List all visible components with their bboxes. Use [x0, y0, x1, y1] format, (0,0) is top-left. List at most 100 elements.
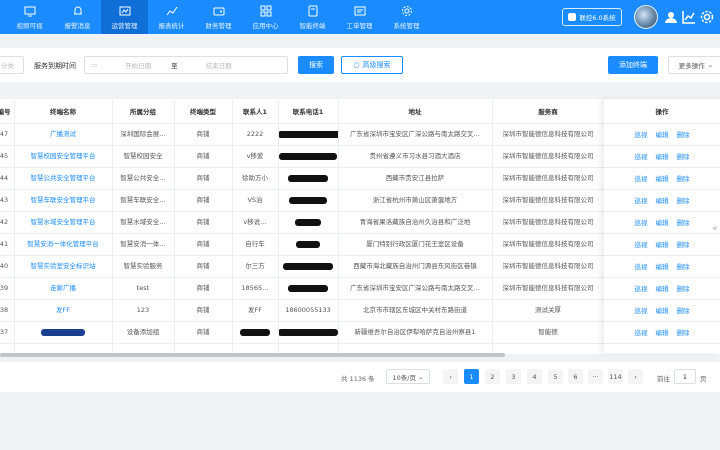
- patrol-button[interactable]: 巡视: [635, 217, 648, 227]
- delete-button[interactable]: 删除: [677, 327, 690, 337]
- page-button[interactable]: 2: [485, 369, 500, 384]
- patrol-button[interactable]: 巡视: [635, 261, 648, 271]
- search-button[interactable]: 搜索: [298, 56, 334, 74]
- patrol-button[interactable]: 巡视: [635, 129, 648, 139]
- patrol-button[interactable]: 巡视: [635, 195, 648, 205]
- table-cell-provider: 深圳市智能德信息科技有限公司: [502, 130, 594, 138]
- goto-label: 前往: [657, 375, 670, 383]
- edit-button[interactable]: 编辑: [656, 327, 669, 337]
- table-cell-address: 新疆维吾尔自治区伊犁哈萨克自治州察县1: [354, 328, 476, 336]
- patrol-button[interactable]: 巡视: [635, 151, 648, 161]
- horizontal-scrollbar[interactable]: [0, 353, 505, 357]
- table-cell-type: 商铺: [196, 174, 210, 182]
- table-cell-name[interactable]: 广播测试: [14, 123, 112, 145]
- table-cell-name[interactable]: 发FF: [14, 299, 112, 321]
- column-divider: [338, 99, 339, 353]
- page-size-select[interactable]: 10条/页 ⌄: [386, 369, 430, 384]
- page-button[interactable]: 6: [568, 369, 583, 384]
- table-cell-name[interactable]: 智慧校园安全管理平台: [14, 145, 112, 167]
- page-button[interactable]: 4: [527, 369, 542, 384]
- delete-button[interactable]: 删除: [677, 217, 690, 227]
- row-actions: 巡视 编辑 删除: [604, 167, 720, 189]
- table-cell-name[interactable]: 走廊广播: [14, 277, 112, 299]
- wallet-icon: [213, 5, 225, 17]
- table-cell-provider: 深圳市智能德信息科技有限公司: [502, 174, 594, 182]
- edit-button[interactable]: 编辑: [656, 151, 669, 161]
- patrol-button[interactable]: 巡视: [635, 173, 648, 183]
- redacted-phone: [288, 284, 328, 292]
- advanced-search-button[interactable]: ○ 高级搜索: [341, 56, 403, 74]
- edit-button[interactable]: 编辑: [656, 305, 669, 315]
- add-terminal-button[interactable]: 添加终端: [608, 56, 658, 74]
- nav-ticket-management[interactable]: 工单管理: [336, 0, 383, 34]
- page-button[interactable]: 3: [506, 369, 521, 384]
- page-button[interactable]: 114: [608, 369, 623, 384]
- patrol-button[interactable]: 巡视: [635, 305, 648, 315]
- nav-operation-management[interactable]: 运营管理: [101, 0, 148, 34]
- column-divider: [492, 99, 493, 353]
- edit-button[interactable]: 编辑: [656, 195, 669, 205]
- redacted-phone: [296, 240, 320, 248]
- table-cell-provider: 深圳市智能德信息科技有限公司: [502, 240, 594, 248]
- table-cell-address: 西藏市海北藏族自治州门源县东风街区巷镇: [353, 262, 477, 270]
- patrol-button[interactable]: 巡视: [635, 239, 648, 249]
- start-date-input[interactable]: 开始日期: [125, 60, 151, 70]
- delete-button[interactable]: 删除: [677, 151, 690, 161]
- patrol-button[interactable]: 巡视: [635, 327, 648, 337]
- table-cell-name[interactable]: [14, 321, 112, 343]
- table-cell-name[interactable]: 智慧水域安全管理平台: [14, 211, 112, 233]
- patrol-button[interactable]: 巡视: [635, 283, 648, 293]
- delete-button[interactable]: 删除: [677, 195, 690, 205]
- prev-page-button[interactable]: ‹: [443, 369, 458, 384]
- nav-label: 工单管理: [346, 21, 373, 30]
- nav-smart-terminal[interactable]: 智能终端: [289, 0, 336, 34]
- table-cell-type: 商铺: [196, 328, 210, 336]
- date-range-picker[interactable]: ▭ 开始日期 至 结束日期: [84, 56, 288, 74]
- nav-system-management[interactable]: 系统管理: [383, 0, 430, 34]
- delete-button[interactable]: 删除: [677, 283, 690, 293]
- edit-button[interactable]: 编辑: [656, 261, 669, 271]
- goto-page-input[interactable]: 1: [674, 369, 696, 384]
- column-header: 终端名称: [50, 108, 76, 116]
- system-switch-button[interactable]: 联控6.0系统: [562, 8, 622, 26]
- redacted-phone: [288, 174, 328, 182]
- user-icon[interactable]: [664, 10, 678, 24]
- category-input[interactable]: 分类: [0, 56, 24, 74]
- nav-alarm-messages[interactable]: 报警消息: [54, 0, 101, 34]
- nav-finance-management[interactable]: 财务管理: [195, 0, 242, 34]
- table-cell-type: 商铺: [196, 262, 210, 270]
- nav-video-view[interactable]: 视频可视: [6, 0, 53, 34]
- avatar[interactable]: [634, 5, 658, 29]
- end-date-input[interactable]: 结束日期: [206, 60, 232, 70]
- edit-button[interactable]: 编辑: [656, 239, 669, 249]
- delete-button[interactable]: 删除: [677, 129, 690, 139]
- table-cell-name[interactable]: 智慧安消一体化管理平台: [14, 233, 112, 255]
- table-cell-name[interactable]: 智慧车联安全管理平台: [14, 189, 112, 211]
- nav-report-statistics[interactable]: 报表统计: [148, 0, 195, 34]
- delete-button[interactable]: 删除: [677, 305, 690, 315]
- more-actions-button[interactable]: 更多操作 ⌄: [668, 56, 720, 74]
- page-button[interactable]: ···: [588, 369, 603, 384]
- nav-label: 运营管理: [111, 21, 138, 30]
- chart-icon[interactable]: [682, 10, 696, 24]
- edit-button[interactable]: 编辑: [656, 129, 669, 139]
- apps-icon: [260, 5, 272, 17]
- delete-button[interactable]: 删除: [677, 261, 690, 271]
- next-page-button[interactable]: ›: [628, 369, 643, 384]
- row-actions: 巡视 编辑 删除: [604, 189, 720, 211]
- page-button[interactable]: 5: [548, 369, 563, 384]
- filter-bar: 分类 服务到期时间 ▭ 开始日期 至 结束日期 搜索 ○ 高级搜索 添加终端 更…: [0, 48, 720, 82]
- table-cell-name[interactable]: 智慧公共安全管理平台: [14, 167, 112, 189]
- delete-button[interactable]: 删除: [677, 173, 690, 183]
- nav-app-center[interactable]: 应用中心: [242, 0, 289, 34]
- chevron-down-icon: ⌄: [418, 372, 424, 381]
- edit-button[interactable]: 编辑: [656, 173, 669, 183]
- edit-button[interactable]: 编辑: [656, 217, 669, 227]
- table-cell-name[interactable]: 智慧实验室安全标识站: [14, 255, 112, 277]
- edit-button[interactable]: 编辑: [656, 283, 669, 293]
- page-button[interactable]: 1: [464, 369, 479, 384]
- settings-icon[interactable]: [700, 10, 714, 24]
- nav-label: 应用中心: [252, 21, 279, 30]
- chevron-left-icon[interactable]: «: [712, 224, 718, 234]
- delete-button[interactable]: 删除: [677, 239, 690, 249]
